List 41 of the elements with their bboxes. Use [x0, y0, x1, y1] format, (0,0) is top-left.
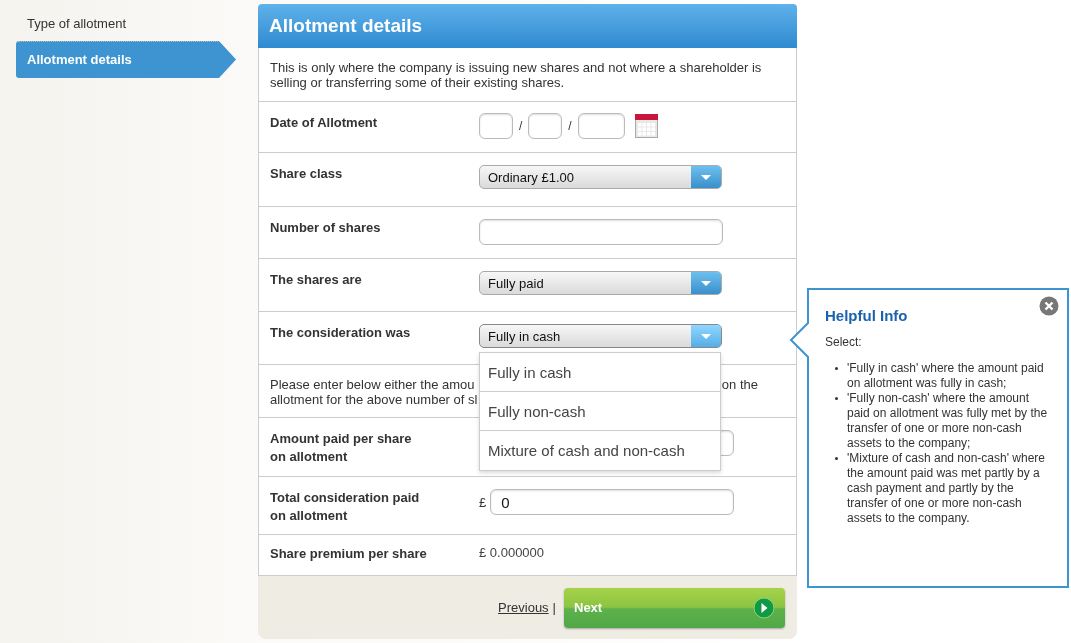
field-label: The shares are	[270, 271, 363, 289]
year-input[interactable]	[577, 113, 625, 139]
bullet-icon	[834, 397, 838, 400]
link-separator: |	[552, 600, 556, 615]
dropdown[interactable]: Fully paid	[479, 271, 722, 295]
number-input[interactable]	[479, 219, 723, 245]
instruction-text: on the	[721, 377, 758, 394]
field-label: Share class	[270, 165, 344, 183]
calendar-icon[interactable]	[634, 114, 658, 138]
panel-header: Allotment details	[258, 4, 797, 48]
sidebar-item[interactable]: Type of allotment	[0, 13, 240, 41]
month-input[interactable]	[528, 113, 563, 139]
help-text: Select:	[825, 335, 863, 349]
field-label: Date of Allotment	[270, 114, 379, 132]
field-label: Number of shares	[270, 219, 382, 237]
help-text: 'Mixture of cash and non-cash' where the amount paid was met partly by a cash payment and partly by the transfer of one or more non-cash assets to the company.	[847, 451, 1047, 526]
bullet-icon	[834, 367, 838, 370]
help-text: 'Fully non-cash' where the amount paid on allotment was fully met by the transfer of one or more non-cash assets to the company;	[847, 391, 1049, 451]
premium-value: £ 0.000000	[479, 545, 545, 562]
dropdown-option[interactable]: Mixture of cash and non-cash	[480, 431, 720, 470]
dropdown-option[interactable]: Fully non-cash	[480, 392, 720, 431]
dropdown[interactable]: Fully in cash	[479, 324, 722, 348]
field-label: Total consideration paid on allotment	[270, 489, 421, 525]
field-label: Share premium per share	[270, 545, 428, 563]
bullet-icon	[834, 457, 838, 460]
play-icon	[753, 596, 775, 619]
amount-input[interactable]: 0	[490, 489, 735, 515]
intro-text: This is only where the company is issuing new shares and not where a shareholder is selling or transferring some of their existing shares.	[259, 48, 796, 102]
help-title: Helpful Info	[825, 307, 909, 324]
field-label: Amount paid per share on allotment	[270, 430, 413, 466]
date-separator: /	[568, 119, 572, 133]
instruction-text: Please enter below either the amou allotment for the above number of sl	[270, 377, 478, 409]
currency-symbol: £	[479, 494, 487, 510]
day-input[interactable]	[479, 113, 513, 139]
close-icon[interactable]	[1039, 296, 1059, 316]
help-text: 'Fully in cash' where the amount paid on allotment was fully in cash;	[847, 361, 1045, 391]
dropdown[interactable]: Ordinary £1.00	[479, 165, 722, 189]
previous-link[interactable]: Previous	[498, 600, 549, 615]
field-label: The consideration was	[270, 324, 412, 342]
dropdown-option[interactable]: Fully in cash	[480, 353, 720, 392]
date-separator: /	[519, 119, 523, 133]
